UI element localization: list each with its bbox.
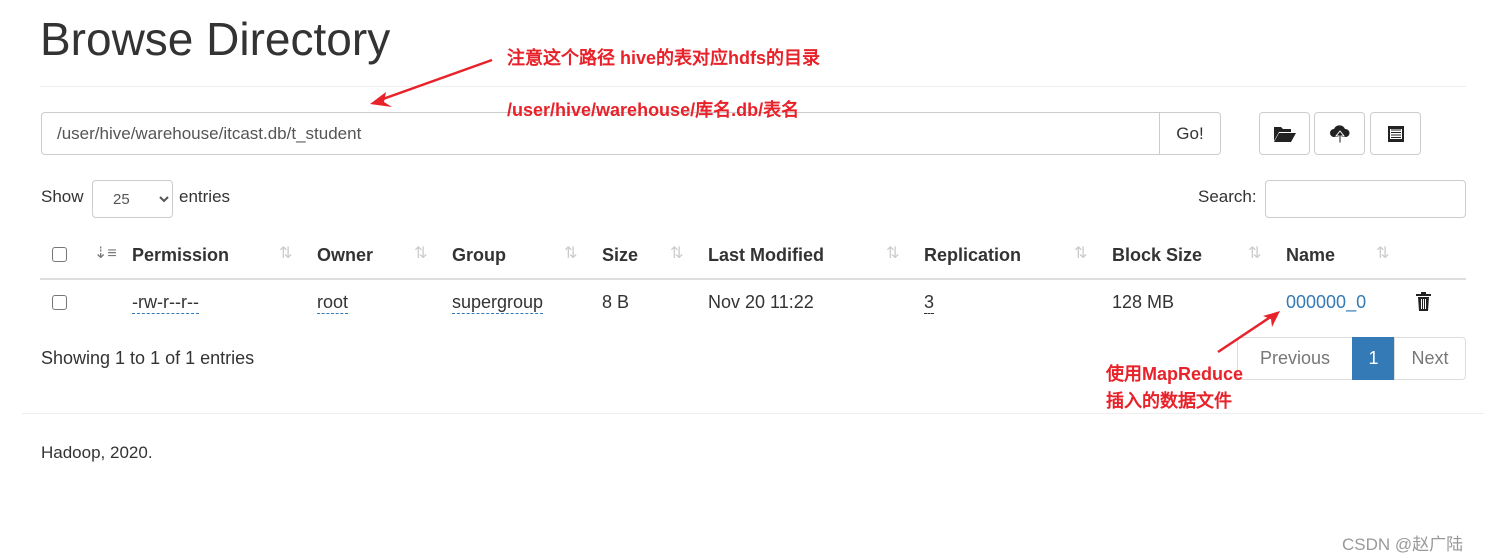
column-size[interactable]: Size xyxy=(602,245,638,266)
sort-icon[interactable]: ⇅ xyxy=(670,243,683,263)
sort-icon[interactable]: ⇅ xyxy=(886,243,899,263)
file-name-link[interactable]: 000000_0 xyxy=(1286,292,1366,313)
owner-cell[interactable]: root xyxy=(317,292,349,314)
footer-text: Hadoop, 2020. xyxy=(41,443,153,462)
create-directory-button[interactable] xyxy=(1259,112,1310,155)
column-block-size[interactable]: Block Size xyxy=(1112,245,1202,266)
show-label: Show xyxy=(41,187,84,206)
size-cell: 8 B xyxy=(602,292,630,312)
sort-icon[interactable]: ⇅ xyxy=(564,243,577,263)
row-checkbox[interactable] xyxy=(52,295,67,310)
header-divider xyxy=(40,278,1466,280)
column-replication[interactable]: Replication xyxy=(924,245,1021,266)
entries-select[interactable]: 25 xyxy=(92,180,173,218)
upload-button[interactable] xyxy=(1314,112,1365,155)
annotation-path-pattern: /user/hive/warehouse/库名.db/表名 xyxy=(507,100,800,120)
go-button[interactable]: Go! xyxy=(1159,112,1221,155)
column-last-modified[interactable]: Last Modified xyxy=(708,245,824,266)
search-input[interactable] xyxy=(1265,180,1466,218)
sort-icon[interactable]: ⇅ xyxy=(1248,243,1261,263)
cloud-upload-icon xyxy=(1329,124,1350,143)
permission-cell[interactable]: -rw-r--r-- xyxy=(132,292,199,314)
sort-icon[interactable]: ⇅ xyxy=(414,243,427,263)
divider xyxy=(40,86,1466,87)
sort-icon[interactable]: ⇅ xyxy=(1376,243,1389,263)
search-label: Search: xyxy=(1198,187,1257,206)
replication-cell[interactable]: 3 xyxy=(924,292,935,314)
showing-info: Showing 1 to 1 of 1 entries xyxy=(41,348,255,368)
trash-icon[interactable] xyxy=(1415,292,1432,311)
sort-icon[interactable]: ⇅ xyxy=(279,243,292,263)
watermark: CSDN @赵广陆 xyxy=(1342,535,1464,554)
entries-label: entries xyxy=(179,187,231,206)
column-group[interactable]: Group xyxy=(452,245,506,266)
annotation-mapreduce: 使用MapReduce xyxy=(1106,364,1244,384)
page-1-button[interactable]: 1 xyxy=(1352,337,1395,380)
select-all-checkbox[interactable] xyxy=(52,247,67,262)
sort-icon[interactable]: ⇣≡ xyxy=(94,243,117,263)
footer-divider xyxy=(22,413,1484,414)
previous-button[interactable]: Previous xyxy=(1237,337,1353,380)
page-title: Browse Directory xyxy=(40,13,391,65)
block-size-cell: 128 MB xyxy=(1112,292,1175,312)
column-owner[interactable]: Owner xyxy=(317,245,373,266)
folder-open-icon xyxy=(1273,126,1296,142)
sort-icon[interactable]: ⇅ xyxy=(1074,243,1087,263)
list-icon xyxy=(1387,125,1404,142)
column-name[interactable]: Name xyxy=(1286,245,1335,266)
annotation-path-note: 注意这个路径 hive的表对应hdfs的目录 xyxy=(507,48,821,68)
annotation-data-file: 插入的数据文件 xyxy=(1106,391,1232,411)
next-button[interactable]: Next xyxy=(1394,337,1466,380)
column-permission[interactable]: Permission xyxy=(132,245,229,266)
group-cell[interactable]: supergroup xyxy=(452,292,544,314)
modified-cell: Nov 20 11:22 xyxy=(708,292,814,312)
cut-paste-button[interactable] xyxy=(1370,112,1421,155)
